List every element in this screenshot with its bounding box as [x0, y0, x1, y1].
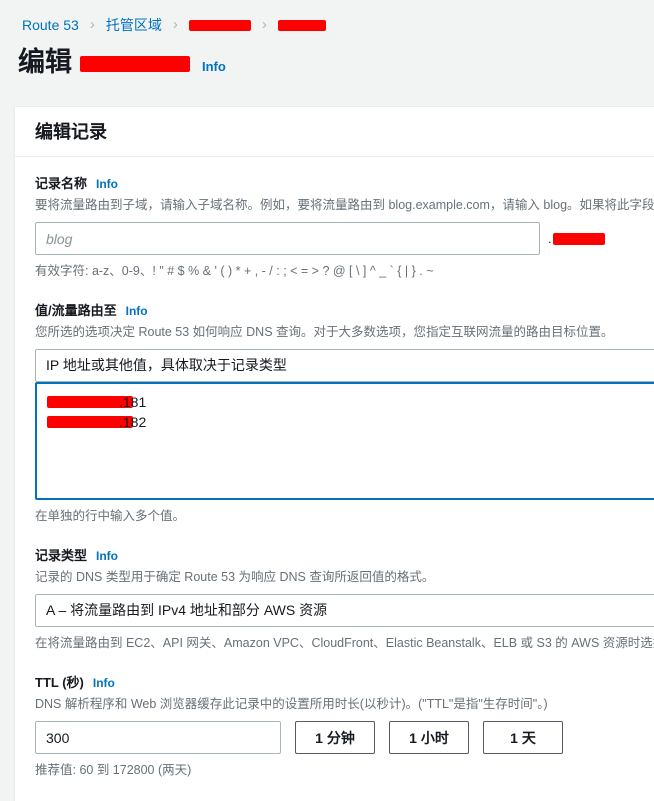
value-routing-description: 您所选的选项决定 Route 53 如何响应 DNS 查询。对于大多数选项，您指… [35, 325, 614, 339]
breadcrumb-item-record-redacted[interactable]: redacted [277, 19, 326, 31]
record-type-description: 记录的 DNS 类型用于确定 Route 53 为响应 DNS 查询所返回值的格… [35, 570, 435, 584]
card-title: 编辑记录 [35, 122, 107, 142]
record-name-suffix-redacted: redacted [552, 232, 605, 245]
ttl-label: TTL (秒) [35, 675, 84, 690]
breadcrumb-item-hosted-zones[interactable]: 托管区域 [106, 16, 162, 34]
ttl-input[interactable] [35, 721, 281, 754]
breadcrumb: Route 53 › 托管区域 › redacted › redacted [0, 0, 654, 38]
ttl-preset-1-minute-button[interactable]: 1 分钟 [295, 721, 375, 754]
record-name-input[interactable] [35, 222, 540, 255]
record-values-textarea[interactable]: redacted .181 redacted .182 [35, 382, 654, 500]
edit-record-card: 编辑记录 记录名称 Info 要将流量路由到子域，请输入子域名称。例如，要将流量… [14, 106, 654, 801]
record-name-info-link[interactable]: Info [96, 177, 118, 191]
breadcrumb-item-route53[interactable]: Route 53 [22, 16, 79, 34]
record-type-select[interactable]: A – 将流量路由到 IPv4 地址和部分 AWS 资源 [35, 594, 654, 627]
value-routing-label: 值/流量路由至 [35, 303, 117, 318]
record-name-label: 记录名称 [35, 176, 88, 191]
ttl-preset-1-day-button[interactable]: 1 天 [483, 721, 563, 754]
ttl-input-row: 1 分钟 1 小时 1 天 [35, 721, 654, 754]
page-title-domain-redacted: redacted [80, 56, 190, 72]
breadcrumb-separator-icon: › [172, 16, 178, 33]
breadcrumb-separator-icon: › [89, 16, 95, 33]
field-ttl: TTL (秒) Info DNS 解析程序和 Web 浏览器缓存此记录中的设置所… [35, 674, 654, 779]
route53-edit-record-page: Route 53 › 托管区域 › redacted › redacted 编辑… [0, 0, 654, 801]
record-name-hint: 有效字符: a-z、0-9、! " # $ % & ' ( ) * + , - … [35, 264, 434, 278]
value-routing-hint: 在单独的行中输入多个值。 [35, 509, 186, 523]
value-routing-label-row: 值/流量路由至 Info [35, 302, 654, 320]
value-routing-info-link[interactable]: Info [126, 304, 148, 318]
value-routing-select[interactable]: IP 地址或其他值，具体取决于记录类型 [35, 349, 654, 382]
page-title-info-link[interactable]: Info [202, 59, 226, 74]
record-type-hint: 在将流量路由到 EC2、API 网关、Amazon VPC、CloudFront… [35, 636, 654, 650]
ttl-hint: 推荐值: 60 到 172800 (两天) [35, 763, 192, 777]
value-routing-selected-option: IP 地址或其他值，具体取决于记录类型 [46, 357, 287, 373]
record-type-label: 记录类型 [35, 548, 88, 563]
record-name-input-row: . redacted [35, 222, 654, 255]
breadcrumb-item-zone-redacted[interactable]: redacted [188, 19, 251, 31]
record-name-suffix-dot: . [548, 231, 552, 246]
record-value-line: redacted .182 [47, 412, 654, 432]
record-value-visible-tail: .182 [119, 414, 147, 430]
ttl-description: DNS 解析程序和 Web 浏览器缓存此记录中的设置所用时长(以秒计)。("TT… [35, 697, 548, 711]
record-name-label-row: 记录名称 Info [35, 175, 654, 193]
record-value-visible-tail: .181 [119, 394, 147, 410]
record-name-description: 要将流量路由到子域，请输入子域名称。例如，要将流量路由到 blog.exampl… [35, 198, 654, 212]
record-value-line: redacted .181 [47, 392, 654, 412]
field-record-type: 记录类型 Info 记录的 DNS 类型用于确定 Route 53 为响应 DN… [35, 547, 654, 652]
field-value-routing: 值/流量路由至 Info 您所选的选项决定 Route 53 如何响应 DNS … [35, 302, 654, 525]
record-type-selected-option: A – 将流量路由到 IPv4 地址和部分 AWS 资源 [46, 602, 328, 618]
ttl-info-link[interactable]: Info [93, 676, 115, 690]
record-type-label-row: 记录类型 Info [35, 547, 654, 565]
ttl-label-row: TTL (秒) Info [35, 674, 654, 692]
record-name-domain-suffix: . redacted [548, 231, 605, 246]
field-record-name: 记录名称 Info 要将流量路由到子域，请输入子域名称。例如，要将流量路由到 b… [35, 175, 654, 280]
page-title-row: 编辑 redacted Info [0, 38, 654, 84]
page-title: 编辑 [18, 47, 72, 77]
record-type-info-link[interactable]: Info [96, 549, 118, 563]
ttl-preset-1-hour-button[interactable]: 1 小时 [389, 721, 469, 754]
card-body: 记录名称 Info 要将流量路由到子域，请输入子域名称。例如，要将流量路由到 b… [15, 157, 654, 801]
card-header: 编辑记录 [15, 107, 654, 157]
breadcrumb-separator-icon: › [261, 16, 267, 33]
